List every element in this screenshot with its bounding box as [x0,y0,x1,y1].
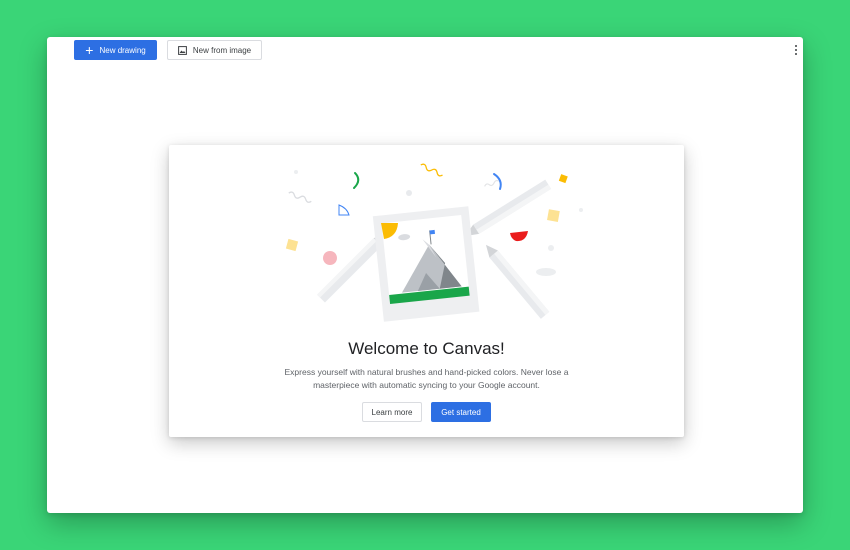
confetti-yellow-square-2 [547,209,560,222]
confetti-red-half [510,231,528,242]
new-from-image-label: New from image [192,45,252,55]
confetti-grey-dot-1 [406,190,412,196]
welcome-description: Express yourself with natural brushes an… [284,367,569,390]
welcome-illustration [285,163,583,322]
confetti-blue-triangle [338,204,350,216]
app-window: + New drawing New from image Welcome to … [47,37,803,513]
plus-icon: + [85,41,94,58]
confetti-yellow-squiggle [420,163,443,177]
confetti-yellow-square-3 [558,174,568,184]
new-from-image-button[interactable]: New from image [167,40,262,60]
confetti-grey-dot-3 [294,170,298,174]
confetti-grey-dot-2 [548,245,554,251]
welcome-card: Welcome to Canvas! Express yourself with… [169,145,684,437]
confetti-green-arc [353,172,360,189]
confetti-pink-dot [323,251,337,265]
confetti-yellow-square-1 [285,238,299,252]
welcome-title: Welcome to Canvas! [348,339,505,358]
confetti-grey-squiggle [288,191,312,203]
confetti-grey-ellipse [536,268,556,276]
new-drawing-label: New drawing [99,45,146,55]
image-icon [177,45,187,55]
right-pencil-lower [485,244,550,319]
learn-more-button[interactable]: Learn more [362,402,422,422]
confetti-grey-squiggle-2 [484,179,500,187]
get-started-button[interactable]: Get started [431,402,491,422]
confetti-grey-dot-4 [579,208,583,212]
more-vert-icon[interactable] [789,40,803,60]
new-drawing-button[interactable]: + New drawing [74,40,157,60]
right-pencil-upper [465,179,552,237]
